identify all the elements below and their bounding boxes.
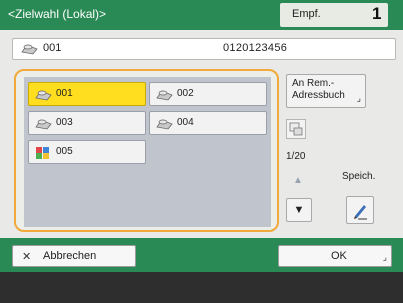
scroll-up-button[interactable]: ▲ xyxy=(286,172,310,190)
fax-icon xyxy=(156,117,174,136)
fax-icon xyxy=(156,88,174,107)
arrow-down-icon: ▼ xyxy=(293,204,305,216)
recipients-count: 1 xyxy=(372,4,382,23)
ok-button[interactable]: OK ⌟ xyxy=(278,245,392,267)
arrow-up-icon: ▲ xyxy=(293,175,303,186)
chevron-down-icon: ⌟ xyxy=(356,93,361,103)
header-bar: <Zielwahl (Lokal)> Empf. 1 xyxy=(0,0,403,30)
remote-addressbook-label: An Rem.-Adressbuch xyxy=(292,78,345,101)
cancel-label: Abbrechen xyxy=(43,250,97,262)
address-item-label: 002 xyxy=(177,88,194,99)
pen-icon xyxy=(354,205,367,220)
group-icon xyxy=(35,146,51,165)
address-item-003[interactable]: 003 xyxy=(28,111,146,135)
cancel-button[interactable]: ✕ Abbrechen xyxy=(12,245,136,267)
destination-code: 001 xyxy=(43,42,62,54)
close-icon: ✕ xyxy=(22,251,32,263)
bottom-strip xyxy=(0,272,403,303)
address-grid-panel: 001 002 003 004 005 xyxy=(14,69,279,232)
fax-icon xyxy=(21,42,39,61)
address-grid: 001 002 003 004 005 xyxy=(24,77,271,227)
recipients-counter[interactable]: Empf. 1 xyxy=(280,3,388,27)
save-button[interactable] xyxy=(346,196,374,224)
destination-number: 0120123456 xyxy=(223,42,288,54)
page-indicator: 1/20 xyxy=(286,151,306,162)
address-item-label: 001 xyxy=(56,88,73,99)
address-item-001[interactable]: 001 xyxy=(28,82,146,106)
recipients-label: Empf. xyxy=(292,8,321,20)
scroll-down-button[interactable]: ▼ xyxy=(286,198,312,222)
fax-icon xyxy=(35,88,53,107)
save-label: Speich. xyxy=(342,171,376,182)
address-item-004[interactable]: 004 xyxy=(149,111,267,135)
address-item-label: 004 xyxy=(177,117,194,128)
address-item-005[interactable]: 005 xyxy=(28,140,146,164)
destination-bar[interactable]: 001 0120123456 xyxy=(12,38,396,60)
corner-indicator-icon: ⌟ xyxy=(382,252,387,262)
address-item-002[interactable]: 002 xyxy=(149,82,267,106)
ok-label: OK xyxy=(331,250,347,262)
details-button[interactable] xyxy=(286,119,306,139)
fax-icon xyxy=(35,117,53,136)
details-card-icon xyxy=(289,122,303,136)
remote-addressbook-button[interactable]: An Rem.-Adressbuch ⌟ xyxy=(286,74,366,108)
address-item-label: 003 xyxy=(56,117,73,128)
screen-title: <Zielwahl (Lokal)> xyxy=(8,7,107,21)
address-item-label: 005 xyxy=(56,146,73,157)
